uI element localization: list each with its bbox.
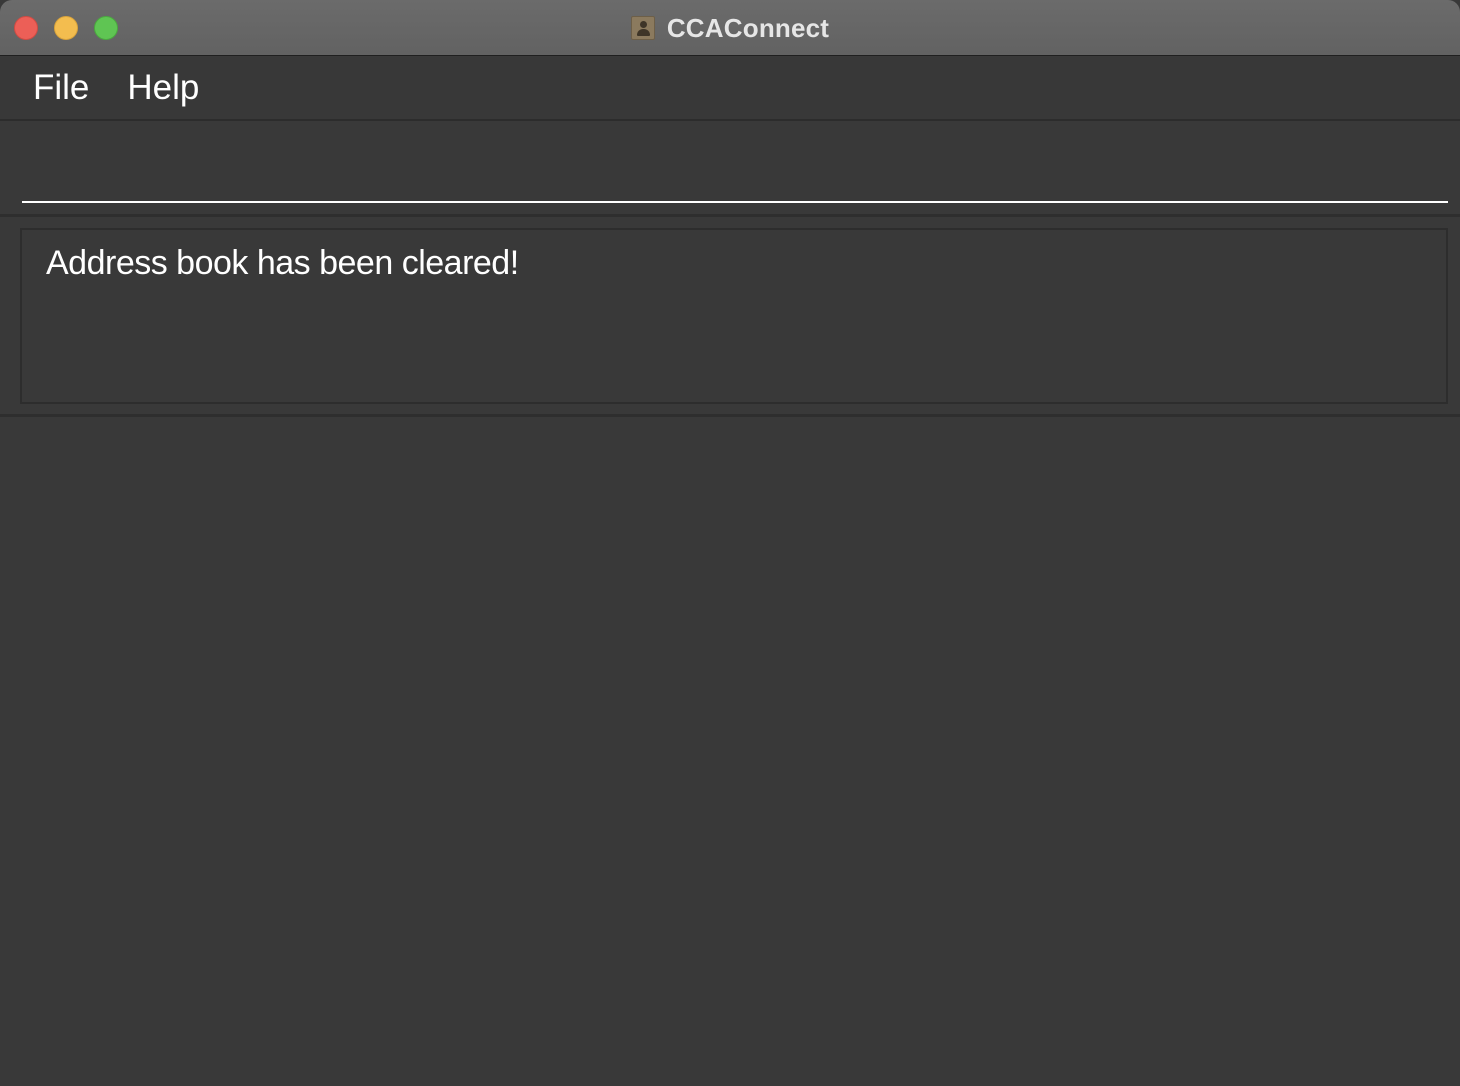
menu-bar: File Help bbox=[0, 57, 1460, 121]
window-title-group: CCAConnect bbox=[0, 0, 1460, 56]
result-display[interactable]: Address book has been cleared! bbox=[20, 228, 1448, 404]
contacts-book-icon bbox=[630, 16, 655, 40]
command-box bbox=[0, 121, 1460, 217]
result-message: Address book has been cleared! bbox=[46, 244, 519, 282]
command-input[interactable] bbox=[22, 143, 1448, 203]
title-bar[interactable]: CCAConnect bbox=[0, 0, 1460, 56]
window-title: CCAConnect bbox=[666, 12, 830, 43]
help-menu[interactable]: Help bbox=[108, 62, 218, 114]
person-list-panel[interactable] bbox=[0, 417, 1460, 1086]
result-display-panel: Address book has been cleared! bbox=[0, 217, 1460, 417]
app-window: CCAConnect File Help Address book has be… bbox=[0, 0, 1460, 1086]
file-menu[interactable]: File bbox=[14, 62, 108, 114]
